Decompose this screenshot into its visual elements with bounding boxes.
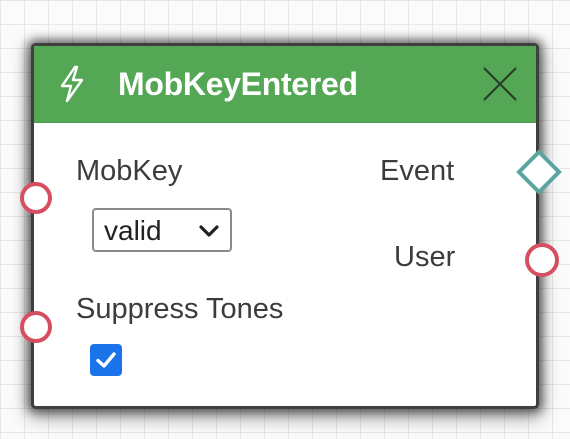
node-card[interactable]: MobKeyEntered MobKey valid Suppress Tone…: [34, 46, 536, 406]
close-icon[interactable]: [480, 64, 520, 104]
event-output-port[interactable]: [516, 149, 562, 195]
suppress-tones-checkbox[interactable]: [90, 344, 122, 376]
mobkey-select-value: valid: [104, 215, 162, 246]
lightning-bolt-icon: [60, 65, 84, 103]
mobkey-label: MobKey: [76, 155, 183, 187]
node-header[interactable]: MobKeyEntered: [34, 46, 536, 123]
suppress-tones-label: Suppress Tones: [76, 293, 284, 325]
chevron-down-icon: [199, 225, 219, 237]
suppress-tones-input-port[interactable]: [19, 310, 53, 344]
node-title: MobKeyEntered: [118, 66, 358, 102]
event-output-label: Event: [380, 155, 455, 187]
mobkey-select[interactable]: valid: [92, 208, 232, 252]
mobkey-input-port[interactable]: [19, 181, 53, 215]
user-output-port[interactable]: [523, 241, 561, 279]
user-output-label: User: [394, 241, 456, 273]
checkmark-icon: [96, 352, 116, 368]
